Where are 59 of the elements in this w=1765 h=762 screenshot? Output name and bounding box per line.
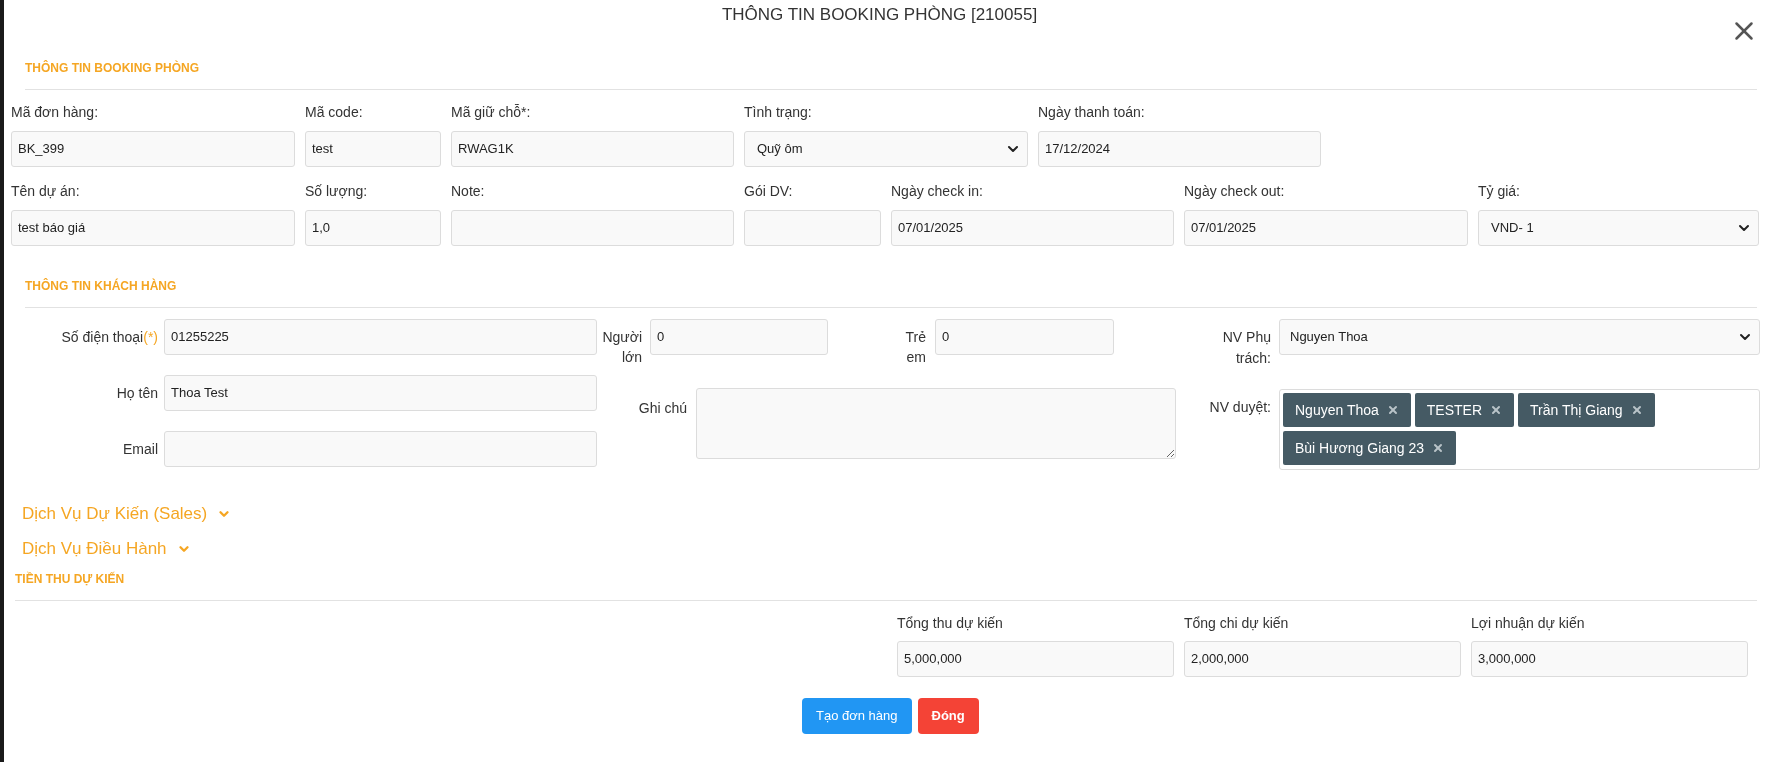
remove-icon[interactable] — [1630, 404, 1643, 416]
tag-input-field[interactable]: Nguyen Thoa TESTER Trần Thị Giang Bùi Hương Giang 23 — [1279, 389, 1760, 470]
remove-icon[interactable] — [1432, 442, 1445, 454]
field-label: Tổng thu dự kiến — [897, 614, 1004, 632]
input-field[interactable]: 0 — [935, 319, 1114, 355]
input-field[interactable]: 01255225 — [164, 319, 597, 355]
field-label: Số lượng: — [305, 182, 369, 200]
field-label: Note: — [451, 182, 486, 200]
field-label: Trẻ em — [904, 328, 927, 367]
remove-icon[interactable] — [1490, 404, 1503, 416]
section-heading: THÔNG TIN KHÁCH HÀNG — [24, 278, 178, 294]
input-field[interactable]: RWAG1K — [451, 131, 734, 167]
select-field[interactable]: VND- 1 — [1478, 210, 1759, 246]
field-label: Ngày check in: — [891, 182, 984, 200]
section-heading: TIỀN THU DỰ KIẾN — [14, 571, 126, 587]
section-heading: THÔNG TIN BOOKING PHÒNG — [24, 60, 200, 76]
input-field[interactable]: 0 — [650, 319, 828, 355]
input-field[interactable]: Thoa Test — [164, 375, 597, 411]
field-label: Lợi nhuận dự kiến — [1471, 614, 1586, 632]
field-label: Ghi chú — [637, 399, 687, 418]
remove-icon[interactable] — [1386, 404, 1399, 416]
field-label: Người lớn — [602, 328, 642, 367]
input-field[interactable]: 07/01/2025 — [891, 210, 1174, 246]
field-label: Ngày thanh toán: — [1038, 103, 1146, 121]
field-label: Mã đơn hàng: — [11, 103, 99, 121]
input-field[interactable]: 2,000,000 — [1184, 641, 1461, 677]
field-label: Họ tên — [115, 384, 158, 403]
field-label: Gói DV: — [744, 182, 794, 200]
input-field[interactable]: 1,0 — [305, 210, 441, 246]
input-field[interactable]: 17/12/2024 — [1038, 131, 1321, 167]
action-button[interactable]: Đóng — [917, 698, 979, 734]
field-label: Tên dự án: — [11, 182, 81, 200]
field-label: Mã code: — [305, 103, 364, 121]
field-label: Mã giữ chỗ*: — [451, 103, 532, 121]
field-label: Số điện thoại(*) — [60, 328, 158, 347]
field-label: Tỷ giá: — [1478, 182, 1521, 200]
input-field[interactable]: 07/01/2025 — [1184, 210, 1468, 246]
input-field[interactable]: test báo giá — [11, 210, 295, 246]
input-field[interactable]: 5,000,000 — [897, 641, 1174, 677]
field-label: Tổng chi dự kiến — [1184, 614, 1290, 632]
modal-title: THÔNG TIN BOOKING PHÒNG [210055] — [721, 5, 1038, 25]
field-label: NV duyệt: — [1208, 398, 1271, 417]
staff-tag[interactable]: TESTER — [1414, 393, 1515, 427]
field-label: Email — [122, 440, 158, 459]
input-field[interactable] — [164, 431, 597, 467]
staff-tag[interactable]: Nguyen Thoa — [1283, 393, 1411, 427]
staff-tag[interactable]: Bùi Hương Giang 23 — [1283, 431, 1457, 465]
input-field[interactable]: BK_399 — [11, 131, 295, 167]
field-label: NV Phụ trách: — [1221, 328, 1271, 368]
field-label: Ngày check out: — [1184, 182, 1286, 200]
note-field[interactable] — [696, 388, 1176, 459]
field-label: Tình trạng: — [744, 103, 813, 121]
input-field[interactable]: test — [305, 131, 441, 167]
input-field[interactable]: 3,000,000 — [1471, 641, 1748, 677]
input-field[interactable] — [451, 210, 734, 246]
select-field[interactable]: Quỹ ôm — [744, 131, 1028, 167]
input-field[interactable] — [744, 210, 881, 246]
staff-tag[interactable]: Trần Thị Giang — [1518, 393, 1655, 427]
select-field[interactable]: Nguyen Thoa — [1279, 319, 1760, 355]
